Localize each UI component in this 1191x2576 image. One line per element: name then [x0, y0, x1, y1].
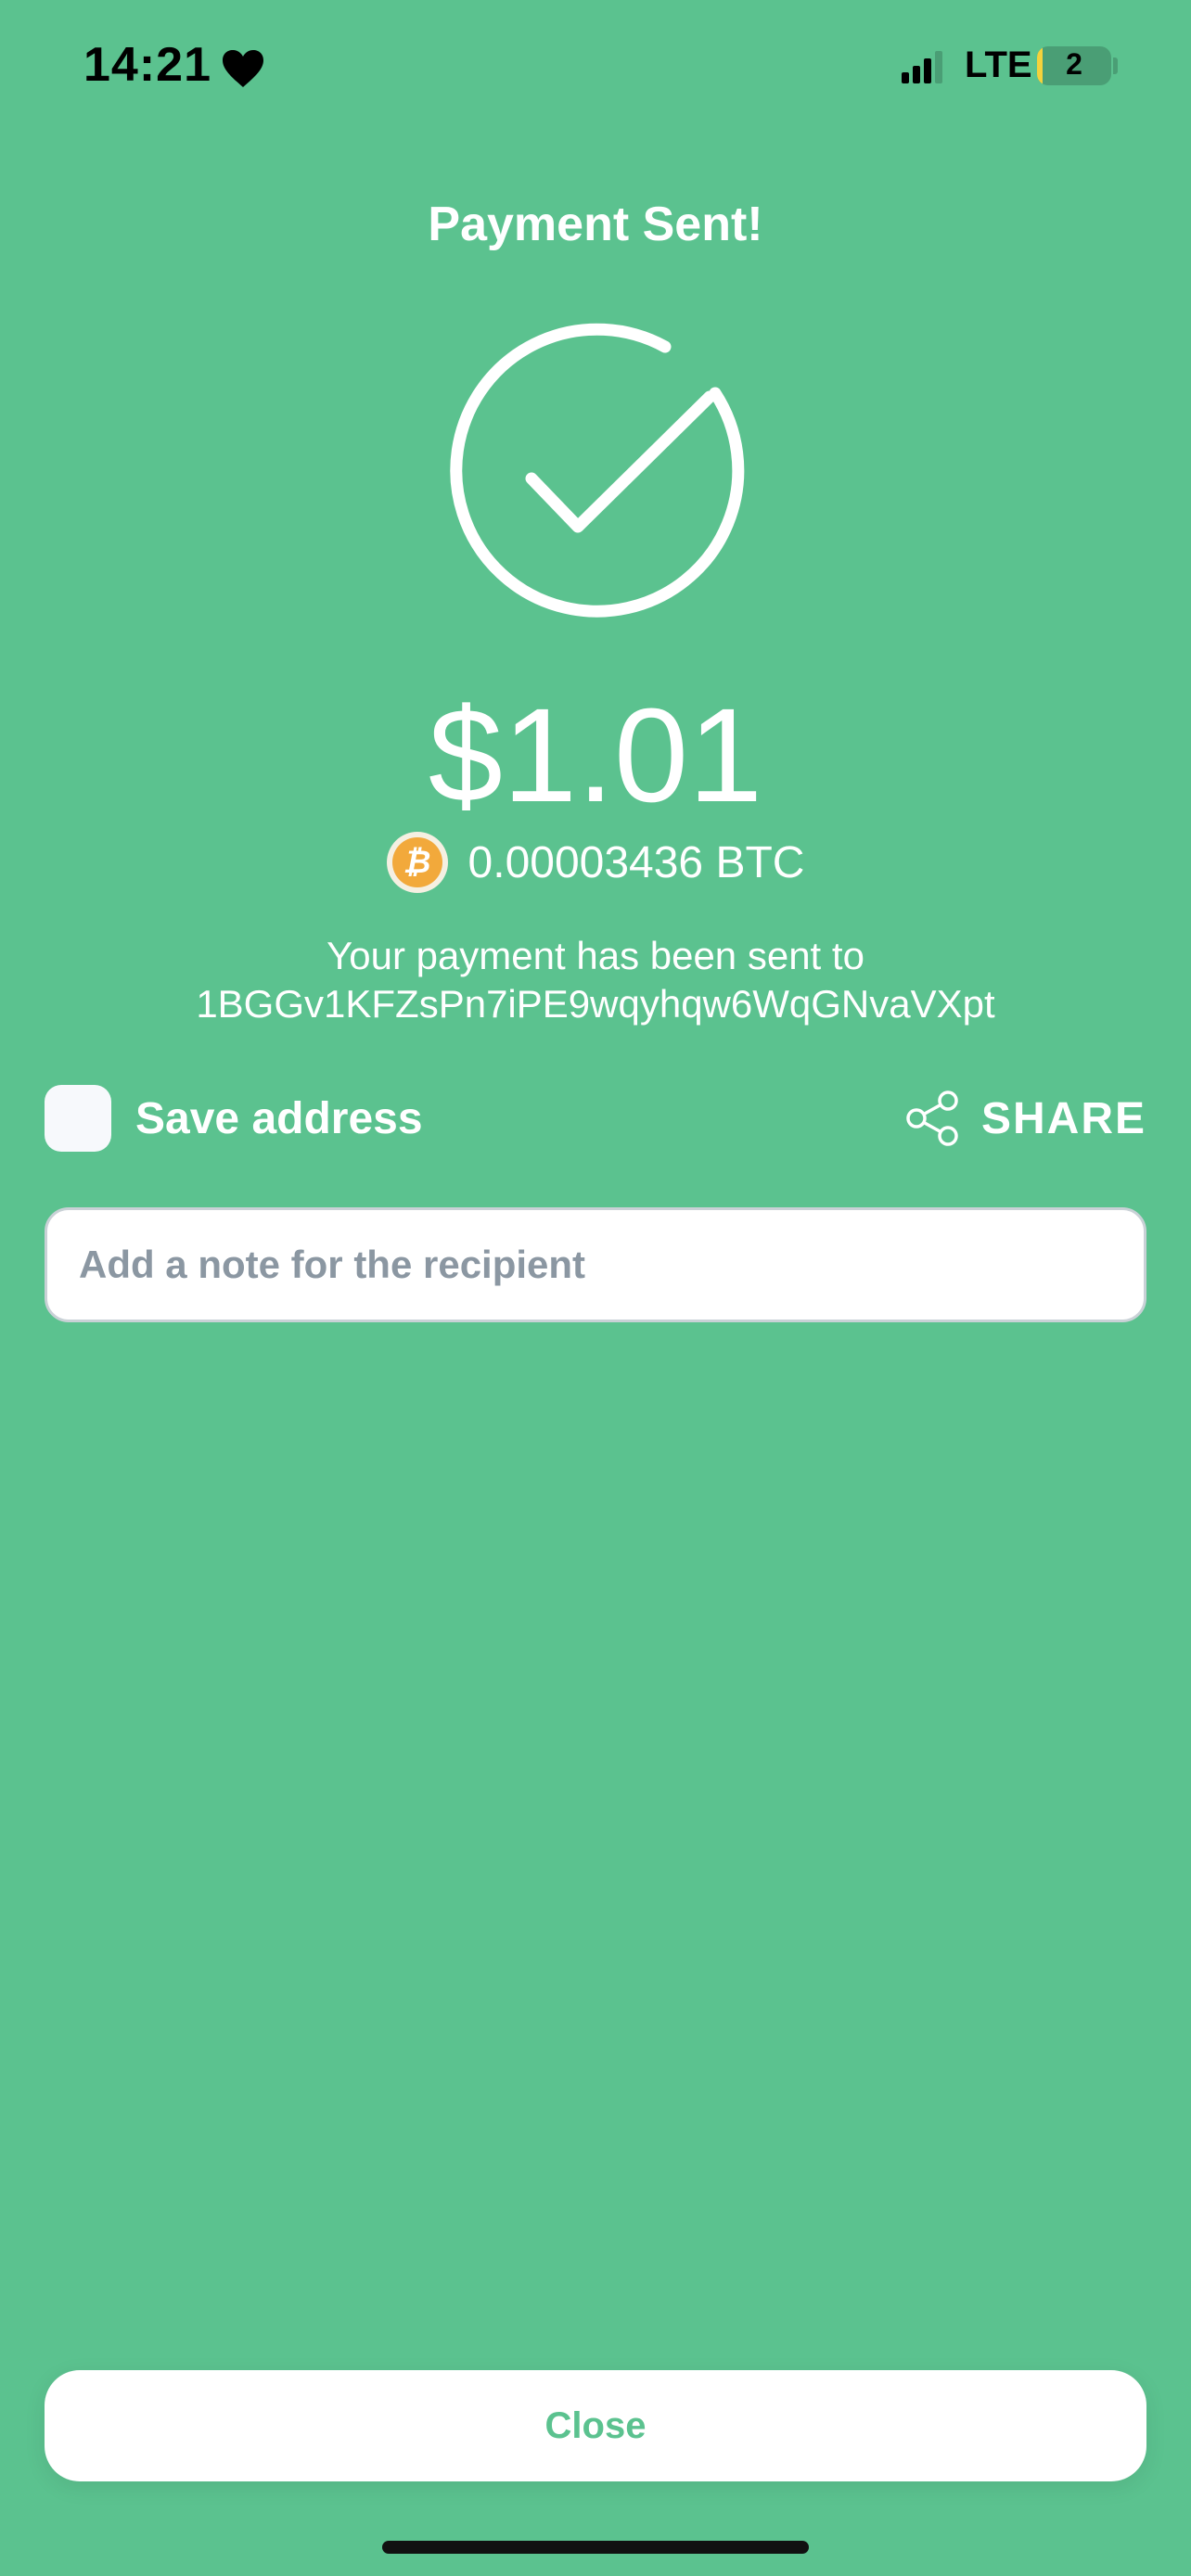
heart-icon [223, 50, 263, 87]
bitcoin-icon: ₿ [386, 832, 448, 893]
signal-icon [902, 51, 942, 83]
battery-icon: 2 [1037, 46, 1111, 85]
save-address-checkbox[interactable] [45, 1085, 111, 1152]
amount-usd: $1.01 [428, 681, 763, 830]
save-address-row[interactable]: Save address [45, 1085, 423, 1152]
battery-cap [1113, 57, 1118, 74]
note-input[interactable] [45, 1207, 1146, 1322]
payment-message: Your payment has been sent to 1BGGv1KFZs… [0, 932, 1191, 1028]
status-time: 14:21 [83, 38, 211, 92]
btc-amount-row: ₿ 0.00003436 BTC [0, 830, 1191, 895]
home-indicator [382, 2541, 809, 2554]
share-icon [906, 1090, 958, 1146]
amount-btc: 0.00003436 BTC [467, 837, 805, 887]
recipient-address: 1BGGv1KFZsPn7iPE9wqyhqw6WqGNvaVXpt [196, 982, 995, 1026]
success-check-icon [450, 323, 745, 618]
share-button[interactable]: SHARE [903, 1085, 1146, 1152]
share-label[interactable]: SHARE [981, 1093, 1146, 1144]
save-address-label[interactable]: Save address [135, 1093, 423, 1144]
battery-level: 2 [1066, 47, 1082, 81]
page-title: Payment Sent! [428, 198, 763, 251]
close-button[interactable]: Close [45, 2370, 1146, 2481]
payment-message-text: Your payment has been sent to [327, 934, 864, 977]
network-type: LTE [965, 45, 1032, 85]
